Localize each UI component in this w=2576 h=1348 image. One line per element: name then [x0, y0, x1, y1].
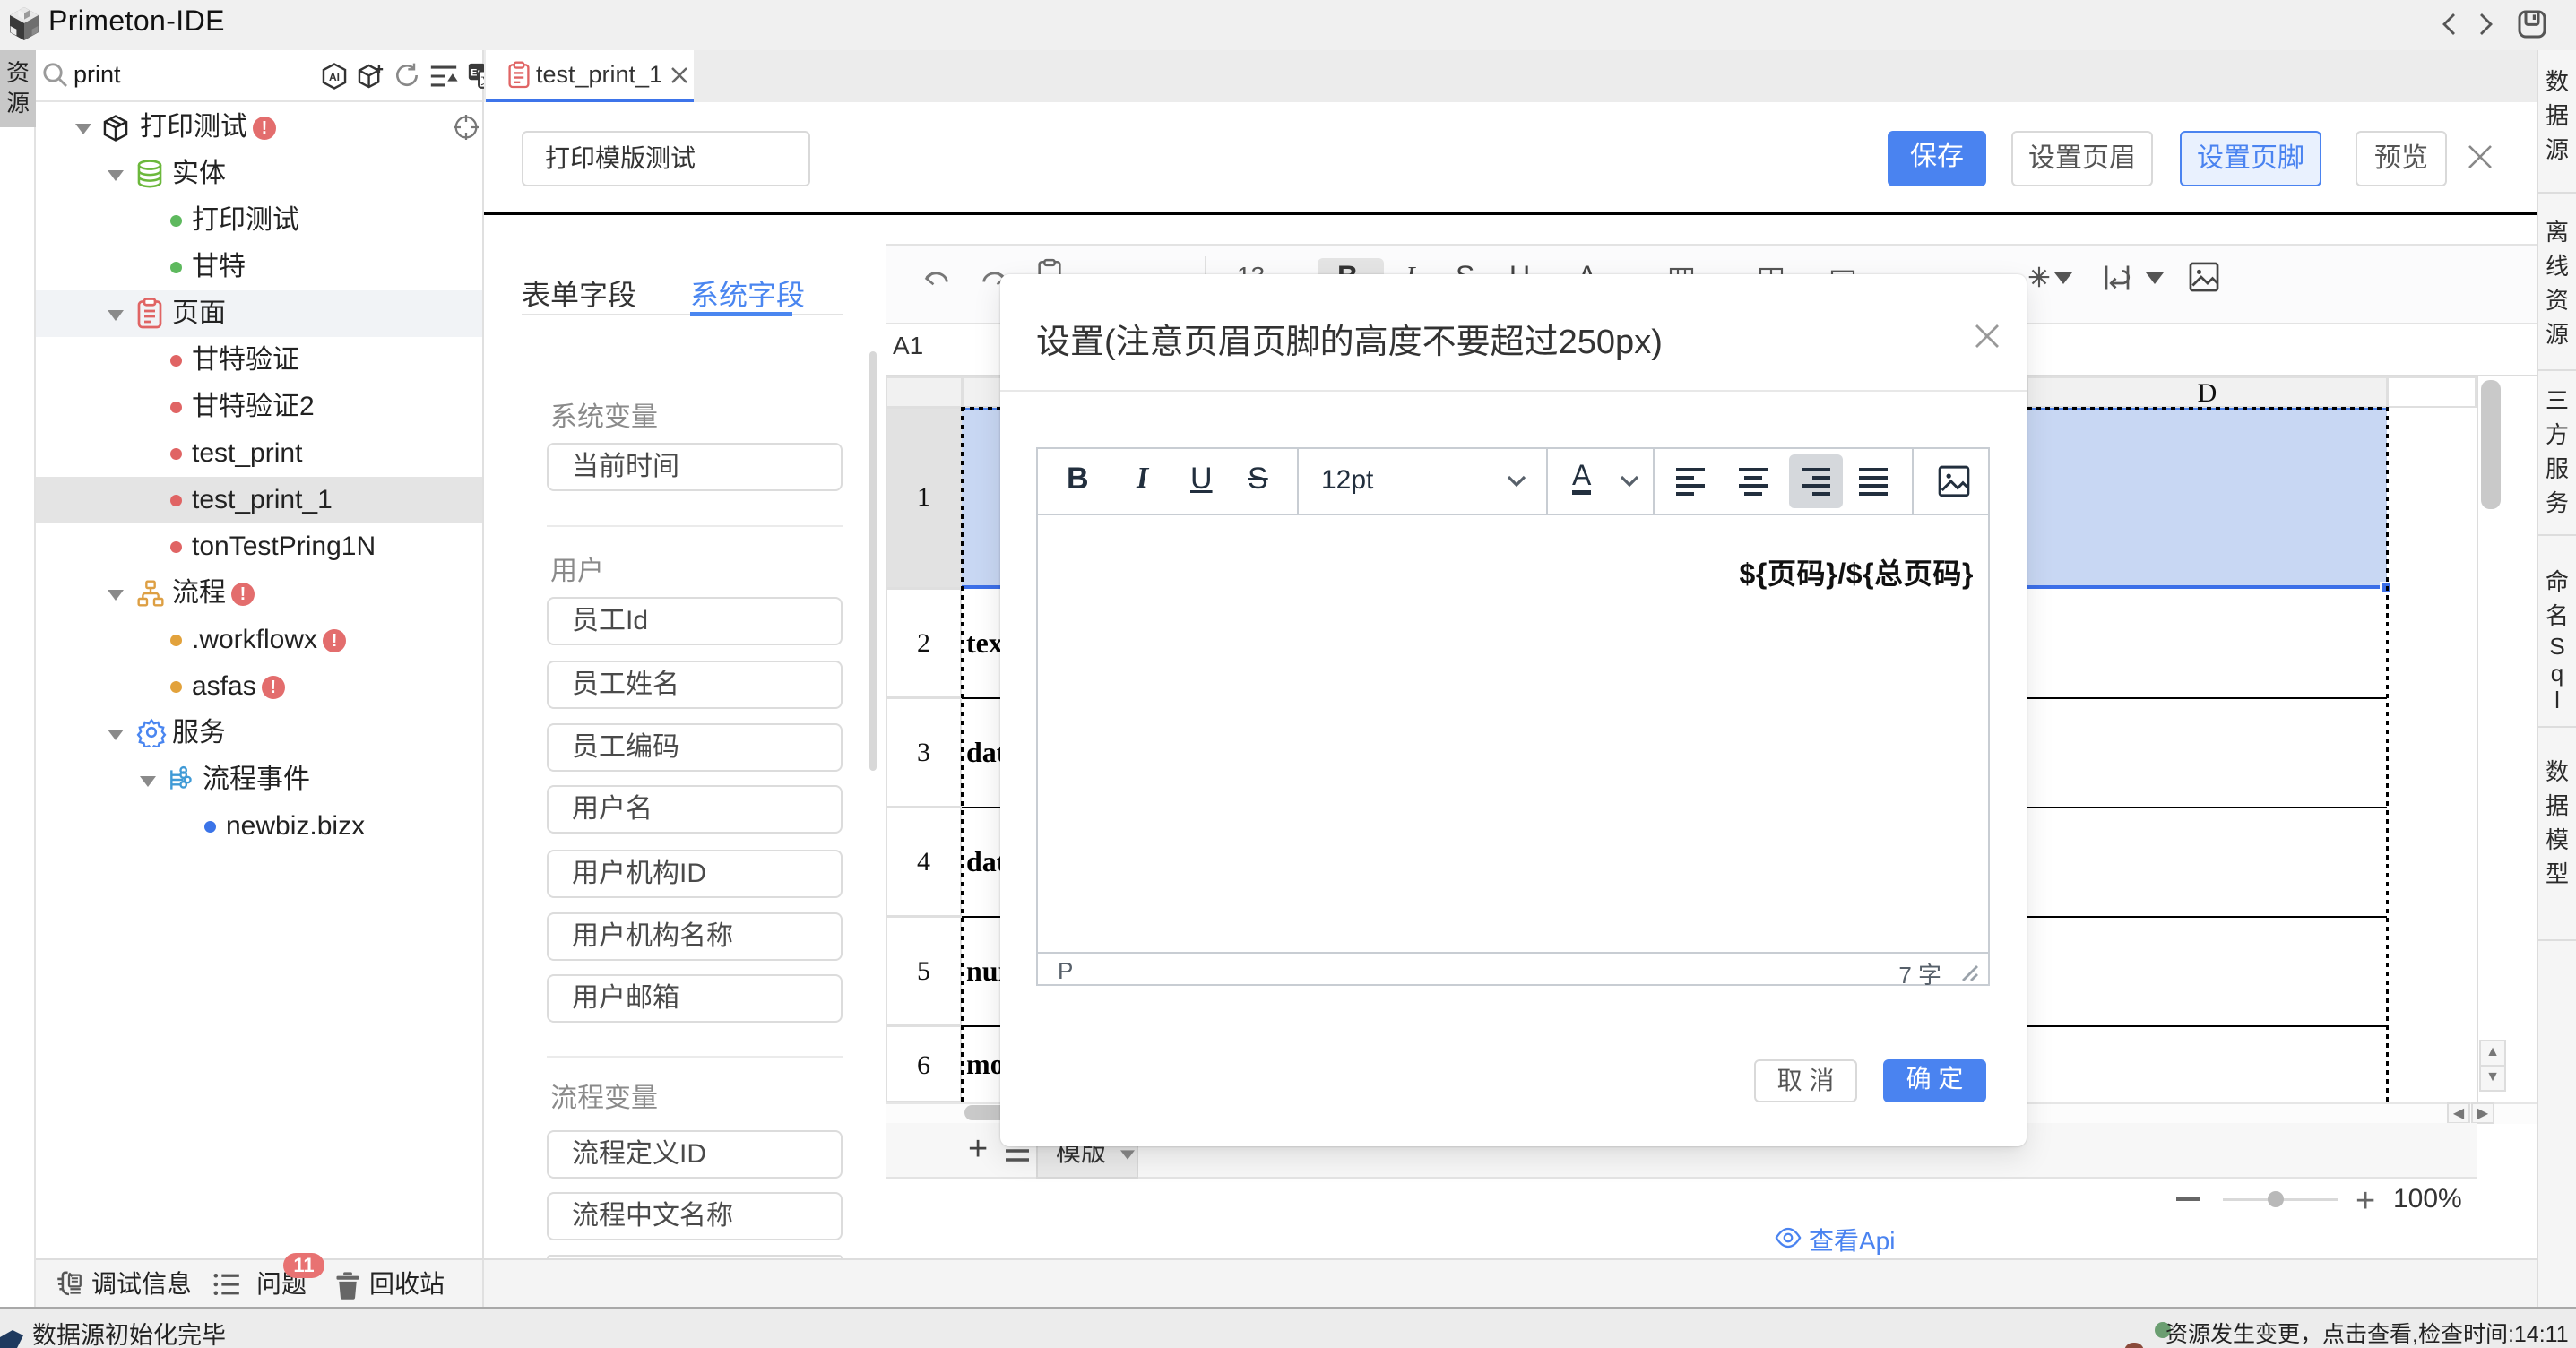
svg-text:AI: AI	[329, 71, 340, 83]
